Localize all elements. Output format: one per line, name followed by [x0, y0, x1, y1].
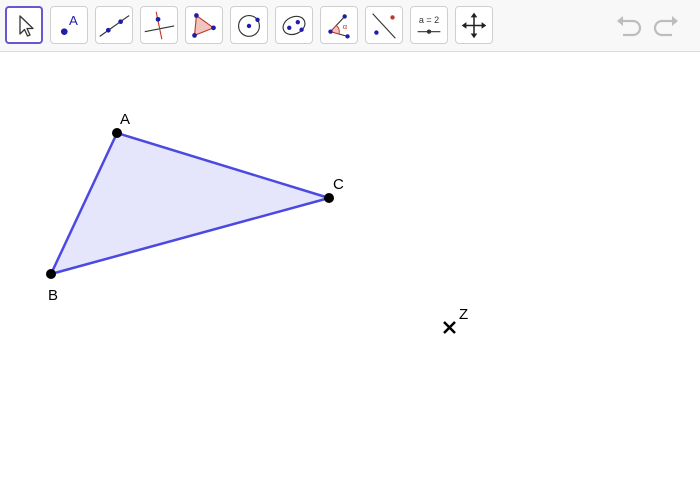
point-tool-label: A: [69, 13, 78, 28]
redo-icon: [653, 16, 678, 37]
move-tool-button[interactable]: [5, 6, 43, 44]
slider-icon: a = 2: [417, 15, 441, 34]
reflect-tool-button[interactable]: [365, 6, 403, 44]
undo-icon: [617, 16, 642, 37]
point-b-label: B: [48, 287, 58, 304]
point-z-label: Z: [459, 306, 468, 323]
point-c-label: C: [333, 176, 344, 193]
ellipse-tool-button[interactable]: [275, 6, 313, 44]
circle-tool-button[interactable]: [230, 6, 268, 44]
graphics-canvas[interactable]: A B C Z: [0, 53, 700, 500]
angle-tool-label: α: [343, 22, 348, 31]
polygon-tool-button[interactable]: [185, 6, 223, 44]
perpendicular-line-icon: [144, 11, 175, 40]
slider-tool-button[interactable]: a = 2: [410, 6, 448, 44]
redo-button[interactable]: [651, 12, 681, 40]
undo-button[interactable]: [614, 12, 644, 40]
point-c[interactable]: [324, 193, 334, 203]
toolbar: A α a = 2: [0, 0, 700, 52]
point-z[interactable]: [443, 321, 456, 334]
cursor-arrow-icon: [19, 15, 34, 37]
slider-tool-label: a = 2: [419, 15, 439, 25]
angle-icon: α: [328, 14, 350, 39]
point-b[interactable]: [46, 269, 56, 279]
move-graphics-view-icon: [461, 12, 487, 39]
geogebra-app: A α a = 2 A B C Z: [0, 0, 700, 500]
point-a[interactable]: [112, 128, 122, 138]
point-a-label: A: [120, 111, 130, 128]
point-tool-button[interactable]: A: [50, 6, 88, 44]
angle-tool-button[interactable]: α: [320, 6, 358, 44]
ellipse-icon: [282, 15, 306, 36]
perpendicular-line-tool-button[interactable]: [140, 6, 178, 44]
reflect-about-line-icon: [372, 13, 396, 39]
polygon-icon: [192, 13, 216, 38]
line-through-two-points-icon: [99, 15, 130, 37]
circle-icon: [238, 14, 260, 37]
move-graphics-view-tool-button[interactable]: [455, 6, 493, 44]
line-tool-button[interactable]: [95, 6, 133, 44]
triangle-abc[interactable]: [49, 131, 331, 276]
graphics-view[interactable]: A B C Z: [0, 53, 700, 500]
point-icon: A: [60, 13, 78, 35]
